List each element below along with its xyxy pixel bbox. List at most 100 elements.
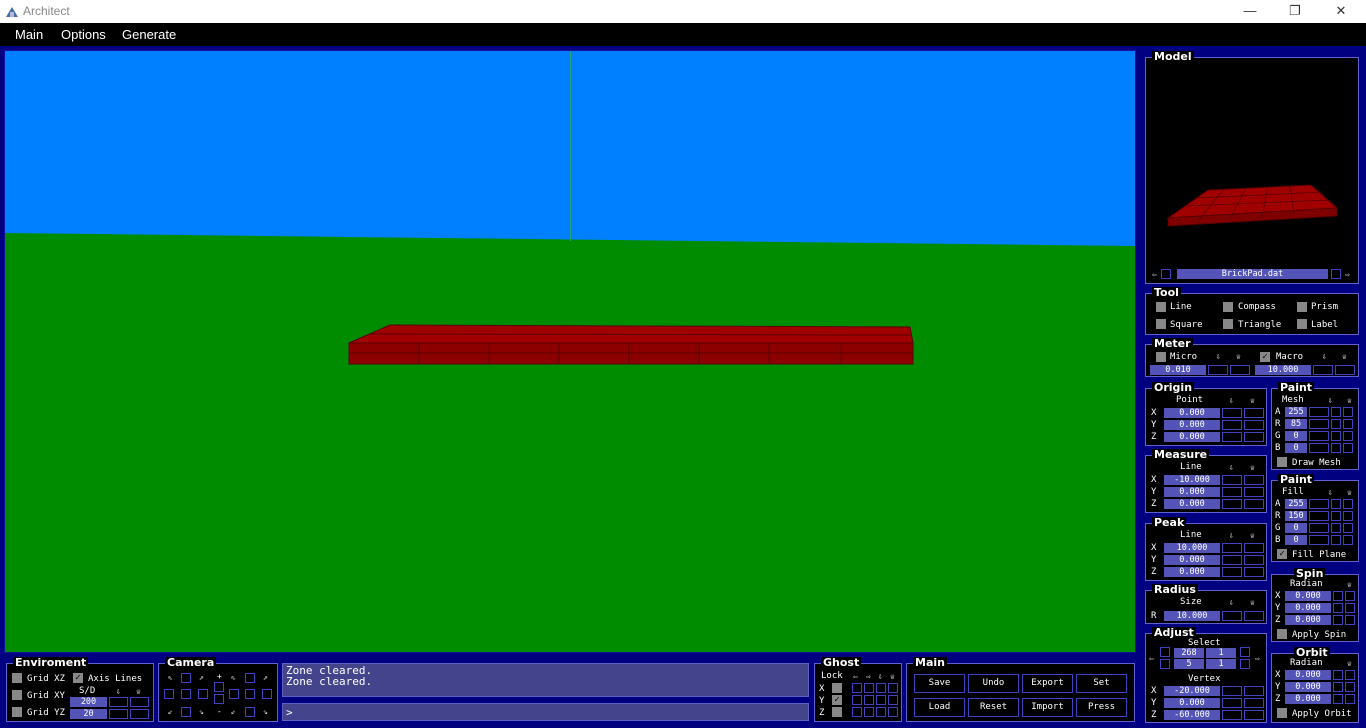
mesh-trash-icon[interactable]: ♕ [1347,396,1352,405]
origin-x-inc[interactable] [1244,408,1264,418]
ghost-y-3[interactable] [876,695,886,705]
mesh-pin-icon[interactable]: ⇩ [1328,396,1333,405]
ghost-lock-x[interactable] [832,683,842,693]
micro-inc[interactable] [1230,365,1250,375]
fill-g-dec[interactable] [1309,523,1329,533]
env-trash-icon[interactable]: ♕ [136,687,141,696]
peak-pin-icon[interactable]: ⇩ [1229,531,1234,540]
camera-pan-left[interactable] [229,689,239,699]
adjust-select-3[interactable]: 5 [1174,659,1204,669]
mesh-r-dec[interactable] [1309,419,1329,429]
camera-back-button[interactable] [245,707,255,717]
mesh-g-inc[interactable] [1331,431,1341,441]
mesh-g-max[interactable] [1343,431,1353,441]
fill-trash-icon[interactable]: ♕ [1347,488,1352,497]
adjust-z[interactable]: -60.000 [1164,710,1220,720]
menu-main[interactable]: Main [15,27,43,42]
camera-zoom-b[interactable] [214,694,224,704]
menu-options[interactable]: Options [61,27,106,42]
ghost-trash-icon[interactable]: ♕ [890,672,895,681]
fill-r-max[interactable] [1343,511,1353,521]
yz-value[interactable]: 20 [70,709,107,719]
fill-r-inc[interactable] [1331,511,1341,521]
orbit-trash-icon[interactable]: ♕ [1347,659,1352,668]
ghost-x-1[interactable] [852,683,862,693]
camera-center-button[interactable] [181,689,191,699]
ghost-x-2[interactable] [864,683,874,693]
peak-z[interactable]: 0.000 [1164,567,1220,577]
3d-viewport[interactable] [4,50,1136,653]
adjust-select-2[interactable]: 1 [1206,648,1236,658]
spin-x-dec[interactable] [1333,591,1343,601]
measure-z-dec[interactable] [1222,499,1242,509]
adjust-select-4[interactable]: 1 [1206,659,1236,669]
macro-inc[interactable] [1335,365,1355,375]
ghost-z-2[interactable] [864,707,874,717]
apply-orbit-checkbox[interactable] [1277,708,1287,718]
tool-compass-checkbox[interactable] [1223,302,1233,312]
ghost-lock-z[interactable] [832,707,842,717]
close-button[interactable]: ✕ [1318,0,1364,23]
camera-rot-dr-icon[interactable]: ⇘ [263,707,268,716]
adjust-x-inc[interactable] [1244,686,1264,696]
camera-right-button[interactable] [198,689,208,699]
radius-r-inc[interactable] [1244,611,1264,621]
sd-inc[interactable] [130,697,149,707]
measure-x[interactable]: -10.000 [1164,475,1220,485]
ghost-prev-icon[interactable]: ⇦ [853,672,858,681]
camera-pan-right[interactable] [262,689,272,699]
measure-trash-icon[interactable]: ♕ [1250,463,1255,472]
mesh-b-max[interactable] [1343,443,1353,453]
camera-zoom-a[interactable] [214,682,224,692]
micro-pin-icon[interactable]: ⇩ [1216,352,1221,361]
set-button[interactable]: Set [1076,674,1127,693]
fill-b-dec[interactable] [1309,535,1329,545]
minimize-button[interactable]: — [1227,0,1273,23]
camera-left-button[interactable] [164,689,174,699]
fill-r-dec[interactable] [1309,511,1329,521]
ghost-x-3[interactable] [876,683,886,693]
ghost-pin-icon[interactable]: ⇩ [878,672,883,681]
peak-y-inc[interactable] [1244,555,1264,565]
origin-x-dec[interactable] [1222,408,1242,418]
camera-save-button[interactable] [245,689,255,699]
ghost-x-4[interactable] [888,683,898,693]
spin-trash-icon[interactable]: ♕ [1347,580,1352,589]
radius-pin-icon[interactable]: ⇩ [1229,598,1234,607]
command-input[interactable]: > [282,703,809,721]
export-button[interactable]: Export [1022,674,1073,693]
menu-generate[interactable]: Generate [122,27,176,42]
mesh-a-inc[interactable] [1331,407,1341,417]
orbit-y[interactable]: 0.000 [1285,682,1331,692]
grid-xy-checkbox[interactable] [12,690,22,700]
camera-zoom-out-icon[interactable]: - [217,707,222,716]
radius-r-dec[interactable] [1222,611,1242,621]
ghost-next-icon[interactable]: ⇨ [866,672,871,681]
origin-y[interactable]: 0.000 [1164,420,1220,430]
model-prev-button[interactable] [1161,269,1171,279]
mesh-a[interactable]: 255 [1285,407,1307,417]
mesh-r-max[interactable] [1343,419,1353,429]
camera-up-button[interactable] [181,673,191,683]
spin-z-inc[interactable] [1345,615,1355,625]
mesh-b-inc[interactable] [1331,443,1341,453]
orbit-x[interactable]: 0.000 [1285,670,1331,680]
origin-z-inc[interactable] [1244,432,1264,442]
fill-r[interactable]: 150 [1285,511,1307,521]
sd-value[interactable]: 200 [70,697,107,707]
restore-button[interactable]: ❐ [1272,0,1318,23]
import-button[interactable]: Import [1022,698,1073,717]
camera-tilt-dl-icon[interactable]: ⇙ [168,707,173,716]
axis-lines-checkbox[interactable]: ✓ [73,673,83,683]
measure-z-inc[interactable] [1244,499,1264,509]
ghost-z-4[interactable] [888,707,898,717]
fill-b-inc[interactable] [1331,535,1341,545]
fill-pin-icon[interactable]: ⇩ [1328,488,1333,497]
camera-rot-l-icon[interactable]: ⇖ [231,673,236,682]
fill-g[interactable]: 0 [1285,523,1307,533]
env-pin-icon[interactable]: ⇩ [116,687,121,696]
radius-trash-icon[interactable]: ♕ [1250,598,1255,607]
fill-b-max[interactable] [1343,535,1353,545]
peak-x[interactable]: 10.000 [1164,543,1220,553]
press-button[interactable]: Press [1076,698,1127,717]
